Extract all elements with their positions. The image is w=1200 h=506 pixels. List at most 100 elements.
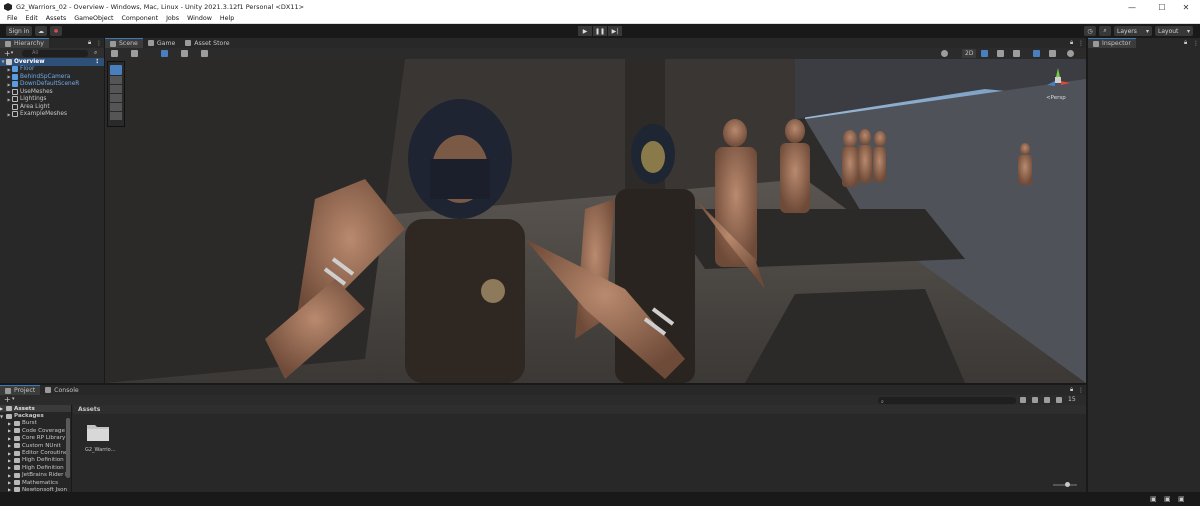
tab-asset-store[interactable]: Asset Store	[180, 38, 234, 48]
expand-arrow-icon[interactable]: ▶	[8, 443, 13, 448]
collab-icon[interactable]: ✱	[50, 26, 62, 36]
package-row[interactable]: ▶ Core RP Library	[0, 435, 71, 442]
more-icon[interactable]: ⋮	[94, 59, 100, 65]
gizmos-icon[interactable]	[1067, 50, 1074, 57]
lock-icon[interactable]: 🔒︎	[1184, 39, 1187, 47]
tab-game[interactable]: Game	[143, 38, 180, 48]
expand-arrow-icon[interactable]: ▼	[0, 414, 5, 419]
hierarchy-item-examplemeshes[interactable]: ▶ ExampleMeshes	[0, 111, 104, 119]
lock-icon[interactable]: 🔒︎	[1070, 386, 1073, 394]
favorite-star-icon[interactable]	[1044, 397, 1050, 403]
hidden-objects-icon[interactable]	[1033, 50, 1040, 57]
scene-root-row[interactable]: ▼ Overview ⋮	[0, 58, 104, 66]
filter-type-icon[interactable]	[1020, 397, 1026, 403]
icon-size-slider[interactable]	[1053, 482, 1077, 487]
hierarchy-item-camera[interactable]: ▶ BehindSpCamera	[0, 73, 104, 81]
hierarchy-item-downdefault[interactable]: ▶ DownDefaultSceneR	[0, 81, 104, 89]
tree-assets-row[interactable]: ▶ Assets	[0, 405, 71, 413]
package-row[interactable]: ▶ JetBrains Rider E	[0, 472, 71, 479]
slider-handle[interactable]	[1065, 482, 1070, 487]
tab-console[interactable]: Console	[40, 385, 84, 395]
hierarchy-item-usemeshes[interactable]: ▶ UseMeshes	[0, 88, 104, 96]
chevron-down-icon[interactable]: ▾	[11, 50, 14, 56]
scene-viewport[interactable]: <Persp	[105, 59, 1086, 383]
shading-sphere-icon[interactable]	[941, 50, 948, 57]
hierarchy-search-input[interactable]: All	[22, 50, 88, 57]
more-icon[interactable]: ⋮	[1078, 40, 1084, 47]
play-button[interactable]: ▶	[578, 26, 592, 36]
more-icon[interactable]: ⋮	[1193, 40, 1199, 47]
notifications-icon[interactable]: ▣	[1150, 495, 1157, 503]
tab-project[interactable]: Project	[0, 385, 41, 395]
debug-mode-icon[interactable]: ▣	[1178, 495, 1185, 503]
2d-toggle-button[interactable]: 2D	[962, 49, 977, 58]
hierarchy-item-floor[interactable]: ▶ Floor	[0, 66, 104, 74]
pivot-icon[interactable]	[131, 50, 138, 57]
minimize-button[interactable]: —	[1118, 0, 1146, 14]
move-tool-icon[interactable]	[110, 76, 122, 84]
assets-breadcrumb[interactable]: Assets	[73, 405, 1086, 414]
package-row[interactable]: ▶ Mathematics	[0, 479, 71, 486]
menu-assets[interactable]: Assets	[42, 15, 71, 22]
hierarchy-item-lightings[interactable]: ▶ Lightings	[0, 96, 104, 104]
asset-folder-item[interactable]: G2_Warrio...	[85, 421, 115, 453]
menu-window[interactable]: Window	[183, 15, 216, 22]
tab-scene[interactable]: Scene	[105, 38, 143, 48]
eye-icon[interactable]	[1056, 397, 1062, 403]
expand-arrow-icon[interactable]: ▶	[8, 458, 13, 463]
grid-snap-icon[interactable]	[161, 50, 168, 57]
cloud-icon[interactable]: ☁	[35, 26, 47, 36]
filter-icon[interactable]: ⌕	[94, 49, 97, 57]
project-search-input[interactable]: ⌕	[878, 397, 1016, 405]
menu-help[interactable]: Help	[216, 15, 238, 22]
expand-arrow-icon[interactable]: ▶	[8, 436, 13, 441]
package-row[interactable]: ▶ Editor Coroutines	[0, 449, 71, 456]
lock-icon[interactable]: 🔒︎	[1070, 39, 1073, 47]
lock-icon[interactable]: 🔒︎	[88, 39, 91, 47]
draw-mode-icon[interactable]	[111, 50, 118, 57]
effects-toggle-icon[interactable]	[1013, 50, 1020, 57]
chevron-down-icon[interactable]: ▾	[12, 396, 15, 402]
lighting-toggle-icon[interactable]	[981, 50, 988, 57]
search-icon[interactable]: ⌕	[1099, 26, 1111, 36]
expand-arrow-icon[interactable]: ▶	[8, 480, 13, 485]
expand-arrow-icon[interactable]: ▶	[8, 451, 13, 456]
expand-arrow-icon[interactable]: ▶	[0, 406, 5, 411]
expand-arrow-icon[interactable]: ▶	[8, 473, 13, 478]
audio-toggle-icon[interactable]	[997, 50, 1004, 57]
hidden-packages-count[interactable]: 15	[1068, 396, 1076, 403]
menu-jobs[interactable]: Jobs	[162, 15, 183, 22]
menu-gameobject[interactable]: GameObject	[70, 15, 117, 22]
transform-tool-icon[interactable]	[110, 112, 122, 120]
history-icon[interactable]: ◷	[1084, 26, 1096, 36]
add-icon[interactable]: +	[4, 49, 11, 58]
add-icon[interactable]: +	[4, 395, 11, 404]
package-row[interactable]: ▶ Burst	[0, 420, 71, 427]
rect-tool-icon[interactable]	[110, 103, 122, 111]
orientation-gizmo-icon[interactable]	[1045, 67, 1071, 93]
scale-tool-icon[interactable]	[110, 94, 122, 102]
perspective-label[interactable]: <Persp	[1046, 95, 1066, 101]
expand-arrow-icon[interactable]: ▶	[8, 465, 13, 470]
camera-settings-icon[interactable]	[1049, 50, 1056, 57]
hierarchy-item-arealight[interactable]: Area Light	[0, 103, 104, 111]
snap-increment-icon[interactable]	[181, 50, 188, 57]
tab-inspector[interactable]: Inspector	[1088, 38, 1136, 48]
tree-scrollbar[interactable]	[66, 418, 70, 478]
package-row[interactable]: ▶ High Definition R	[0, 464, 71, 471]
tab-hierarchy[interactable]: Hierarchy	[0, 38, 49, 48]
filter-label-icon[interactable]	[1032, 397, 1038, 403]
more-icon[interactable]: ⋮	[1078, 387, 1084, 394]
step-button[interactable]: ▶|	[608, 26, 622, 36]
menu-edit[interactable]: Edit	[22, 15, 42, 22]
expand-arrow-icon[interactable]: ▶	[8, 421, 13, 426]
layers-dropdown[interactable]: Layers ▾	[1114, 26, 1152, 36]
tree-packages-row[interactable]: ▼ Packages	[0, 412, 71, 419]
package-row[interactable]: ▶ Code Coverage	[0, 427, 71, 434]
close-button[interactable]: ✕	[1172, 0, 1200, 14]
expand-arrow-icon[interactable]: ▶	[8, 428, 13, 433]
menu-file[interactable]: File	[0, 15, 22, 22]
menu-component[interactable]: Component	[118, 15, 163, 22]
package-row[interactable]: ▶ Custom NUnit	[0, 442, 71, 449]
grid-icon[interactable]	[201, 50, 208, 57]
